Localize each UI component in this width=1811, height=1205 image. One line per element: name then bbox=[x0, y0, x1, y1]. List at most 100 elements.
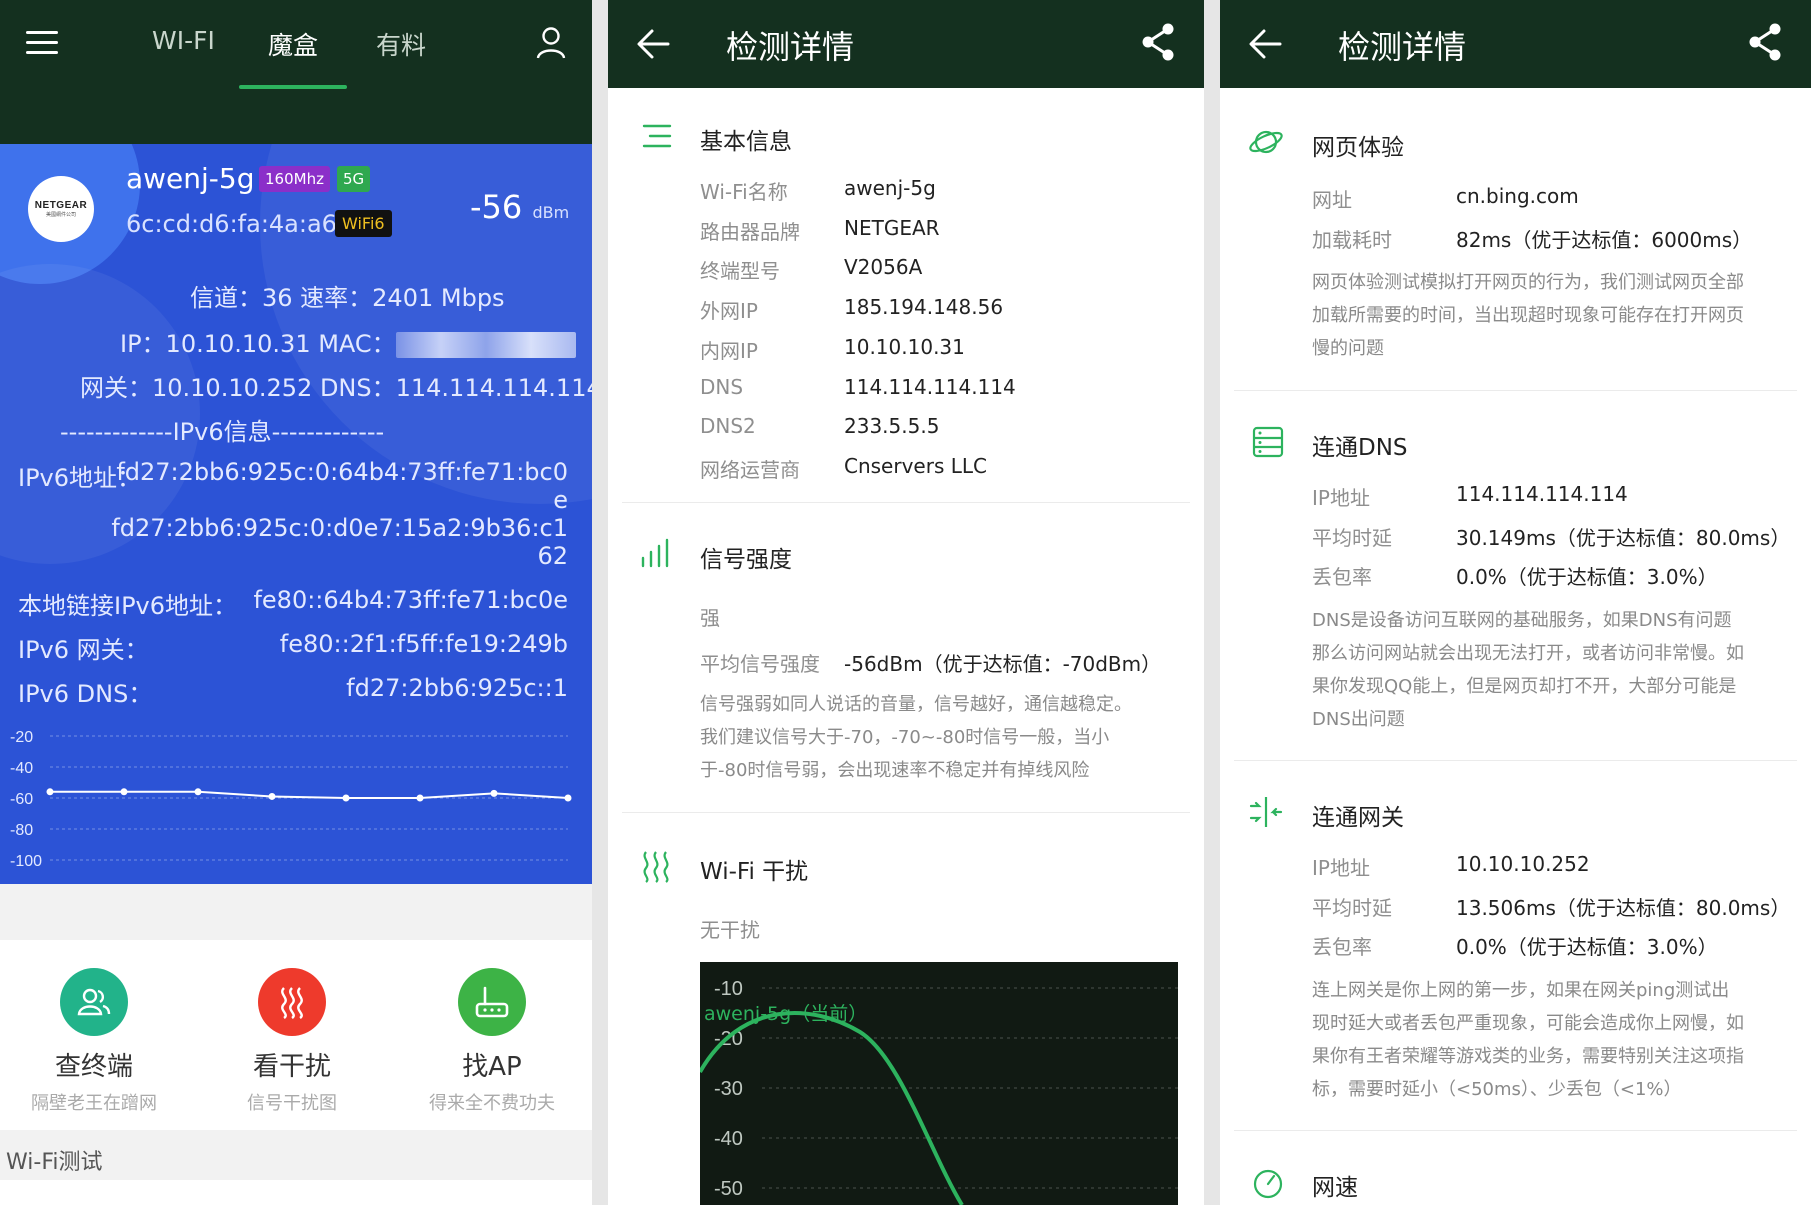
row-label: 丢包率 bbox=[1312, 565, 1372, 590]
row-label: 路由器品牌 bbox=[700, 219, 800, 244]
row-value: 10.10.10.252 bbox=[1456, 852, 1590, 876]
signal-point bbox=[268, 792, 276, 800]
ipv6-gateway-label: IPv6 网关： bbox=[18, 636, 149, 664]
y-tick-label: -40 bbox=[10, 760, 33, 777]
signal-history-chart: -20 -40 -60 -80 -100 bbox=[10, 729, 572, 870]
router-brand-logo: NETGEAR 美國網件公司 bbox=[28, 176, 94, 242]
series-label: awenj-5g（当前） bbox=[704, 1003, 867, 1025]
tool-find-ap[interactable]: 找AP 得来全不费功夫 bbox=[392, 940, 592, 1115]
row-value: 114.114.114.114 bbox=[844, 374, 1016, 399]
row-value: 30.149ms（优于达标值：80.0ms） bbox=[1456, 525, 1791, 550]
divider bbox=[1204, 0, 1220, 1205]
ipv6-dns-label: IPv6 DNS： bbox=[18, 680, 153, 708]
list-icon bbox=[642, 124, 672, 148]
top-nav: WI-FI 魔盒 有料 bbox=[0, 0, 592, 89]
divider bbox=[622, 812, 1190, 813]
ipv6-addr-1-tail: e bbox=[553, 486, 568, 514]
signal-point bbox=[342, 794, 350, 802]
speedometer-icon bbox=[1253, 1169, 1283, 1199]
interference-title: Wi-Fi 干扰 bbox=[700, 859, 809, 885]
signal-point bbox=[490, 789, 498, 797]
avg-signal-label: 平均信号强度 bbox=[700, 652, 820, 676]
tool-interference[interactable]: 看干扰 信号干扰图 bbox=[192, 940, 392, 1115]
basic-info-title: 基本信息 bbox=[700, 129, 792, 155]
ip-mac: IP：10.10.10.31 MAC： bbox=[120, 324, 576, 359]
row-value: V2056A bbox=[844, 255, 923, 280]
row-value: 233.5.5.5 bbox=[844, 414, 940, 439]
divider bbox=[592, 0, 608, 1205]
signal-point bbox=[194, 788, 202, 796]
row-label: IP地址 bbox=[1312, 486, 1370, 510]
row-value: 10.10.10.31 bbox=[844, 334, 965, 359]
web-experience-title: 网页体验 bbox=[1312, 135, 1404, 161]
row-value: awenj-5g bbox=[844, 176, 936, 200]
row-label: Wi-Fi名称 bbox=[700, 180, 788, 204]
y-tick-label: -10 bbox=[714, 978, 743, 1000]
screen-detection-details-2: 检测详情 网页体验 网址 cn.bing.com 加载耗时 82ms（优于达标值：60… bbox=[1220, 0, 1811, 1205]
y-tick-label: -80 bbox=[10, 822, 33, 839]
tool-devices[interactable]: 查终端 隔壁老王在蹭网 bbox=[0, 940, 194, 1115]
divider bbox=[1234, 760, 1797, 761]
row-label: 网络运营商 bbox=[700, 457, 800, 482]
page-title: 检测详情 bbox=[726, 28, 855, 66]
row-label: DNS2 bbox=[700, 414, 756, 439]
row-label: 外网IP bbox=[700, 299, 758, 324]
server-icon bbox=[1252, 426, 1284, 458]
tab-magic-box[interactable]: 魔盒 bbox=[268, 26, 318, 62]
signal-point bbox=[120, 788, 128, 796]
signal-bars-icon bbox=[641, 538, 669, 568]
page-title: 检测详情 bbox=[1338, 28, 1467, 66]
ipv6-gateway-value: fe80::2f1:f5ff:fe19:249b bbox=[279, 630, 568, 658]
row-label: 终端型号 bbox=[700, 259, 780, 284]
user-icon[interactable] bbox=[535, 26, 567, 60]
row-value: 114.114.114.114 bbox=[1456, 482, 1628, 506]
web-description: 网页体验测试模拟打开网页的行为，我们测试网页全部 加载所需要的时间，当出现超时现… bbox=[1312, 272, 1744, 359]
avg-signal-value: -56dBm（优于达标值：-70dBm） bbox=[844, 652, 1162, 676]
signal-series-line bbox=[50, 790, 569, 799]
back-arrow-icon[interactable] bbox=[1248, 28, 1282, 60]
row-value: NETGEAR bbox=[844, 215, 940, 240]
row-label: 网址 bbox=[1312, 188, 1352, 212]
row-label: 内网IP bbox=[700, 338, 758, 363]
section-title-wifi-test: Wi-Fi测试 bbox=[0, 1130, 592, 1180]
active-tab-indicator bbox=[239, 85, 347, 89]
row-value: cn.bing.com bbox=[1456, 184, 1579, 208]
share-icon[interactable] bbox=[1747, 22, 1783, 62]
blurred-mac bbox=[395, 332, 576, 358]
signal-title: 信号强度 bbox=[700, 547, 792, 573]
users-icon bbox=[60, 968, 128, 1036]
screen-detection-details-1: 检测详情 基本信息 Wi-Fi名称 awenj-5g 路由器品牌 NETGEAR 终端型… bbox=[608, 0, 1204, 1205]
menu-icon[interactable] bbox=[26, 31, 58, 55]
signal-point bbox=[564, 794, 572, 802]
interference-status: 无干扰 bbox=[700, 918, 760, 942]
wifi-info-card: NETGEAR 美國網件公司 awenj-5g 160Mhz 5G 6c:cd:… bbox=[0, 144, 592, 884]
link-local-value: fe80::64b4:73ff:fe71:bc0e bbox=[253, 586, 568, 614]
planet-icon bbox=[1249, 130, 1283, 154]
y-tick-label: -30 bbox=[714, 1078, 743, 1100]
signal-description: 信号强弱如同人说话的音量，信号越好，通信越稳定。 我们建议信号大于-70，-70… bbox=[700, 694, 1132, 781]
y-tick-label: -60 bbox=[10, 791, 33, 808]
gateway-title: 连通网关 bbox=[1312, 805, 1404, 831]
tab-wifi[interactable]: WI-FI bbox=[152, 26, 215, 55]
list-start bbox=[0, 1180, 592, 1205]
dns-description: DNS是设备访问互联网的基础服务，如果DNS有问题 那么访问网站就会出现无法打开… bbox=[1312, 610, 1744, 730]
row-value: 0.0%（优于达标值：3.0%） bbox=[1456, 935, 1718, 960]
row-label: 丢包率 bbox=[1312, 935, 1372, 960]
link-local-label: 本地链接IPv6地址： bbox=[18, 592, 238, 620]
interference-chart: -10 -20 -30 -40 -50 awenj-5g（当前） bbox=[700, 962, 1178, 1205]
bssid: 6c:cd:d6:fa:4a:a6 bbox=[126, 210, 337, 238]
divider bbox=[1234, 390, 1797, 391]
y-tick-label: -50 bbox=[714, 1178, 743, 1200]
divider bbox=[622, 502, 1190, 503]
row-value: 82ms（优于达标值：6000ms） bbox=[1456, 227, 1753, 252]
tab-news[interactable]: 有料 bbox=[376, 26, 426, 62]
tools-card: 查终端 隔壁老王在蹭网 看干扰 信号干扰图 找AP 得来全不费功夫 bbox=[0, 940, 592, 1130]
interference-icon bbox=[258, 968, 326, 1036]
signal-point bbox=[46, 788, 54, 796]
bandwidth-badge: 160Mhz bbox=[259, 166, 330, 192]
back-arrow-icon[interactable] bbox=[636, 28, 670, 60]
row-label: 加载耗时 bbox=[1312, 227, 1392, 252]
router-icon bbox=[458, 968, 526, 1036]
dns-title: 连通DNS bbox=[1312, 435, 1408, 461]
share-icon[interactable] bbox=[1140, 22, 1176, 62]
